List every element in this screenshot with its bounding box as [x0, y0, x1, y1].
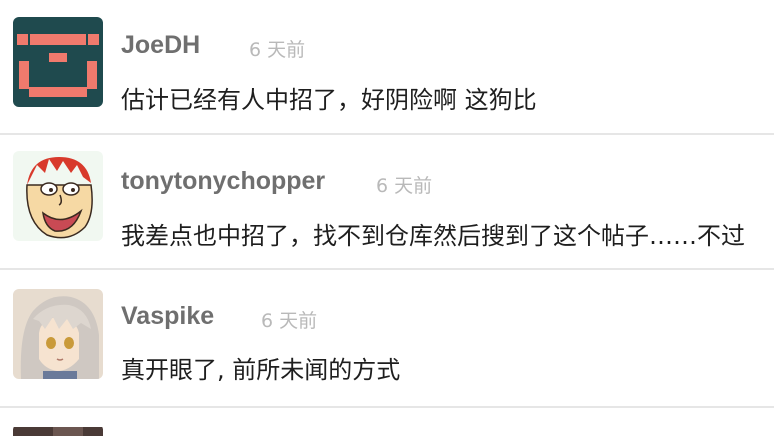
pixel-face-icon [13, 17, 103, 107]
divider [0, 268, 774, 270]
divider [0, 133, 774, 135]
avatar[interactable] [13, 289, 103, 379]
comment-time: 6 天前 [376, 175, 433, 197]
avatar[interactable] [13, 17, 103, 107]
comment-text: 估计已经有人中招了，好阴险啊 这狗比 [121, 86, 537, 114]
anime-girl-icon [13, 289, 103, 379]
comment-time: 6 天前 [249, 39, 306, 61]
comment-time: 6 天前 [261, 310, 318, 332]
cartoon-face-icon [13, 151, 103, 241]
comment-author[interactable]: JoeDH [121, 31, 200, 60]
comment-author[interactable]: tonytonychopper [121, 167, 325, 196]
comment-text: 真开眼了, 前所未闻的方式 [121, 356, 401, 384]
avatar-partial-icon [13, 427, 103, 436]
comment-text: 我差点也中招了，找不到仓库然后搜到了这个帖子……不过 [121, 222, 745, 250]
divider [0, 406, 774, 408]
avatar[interactable] [13, 151, 103, 241]
comment-author[interactable]: Vaspike [121, 302, 214, 331]
avatar[interactable] [13, 424, 103, 436]
